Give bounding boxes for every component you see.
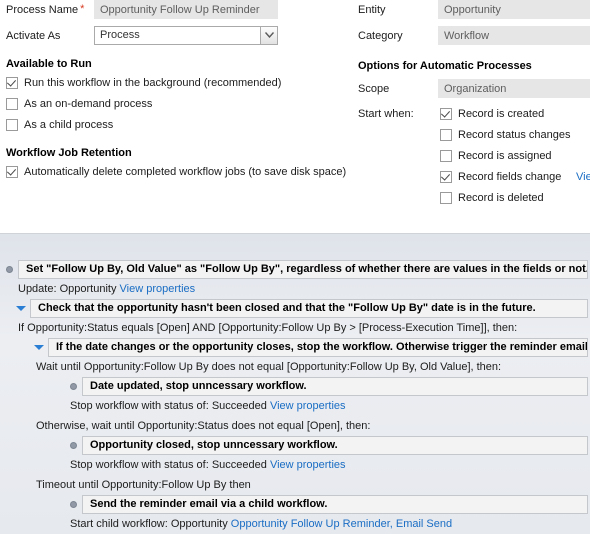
process-name-label: Process Name * — [6, 3, 85, 17]
step-description-text: Wait until Opportunity:Follow Up By does… — [36, 361, 502, 373]
step-properties-link[interactable]: Opportunity Follow Up Reminder, Email Se… — [231, 518, 452, 530]
checkbox-record-created-label: Record is created — [458, 108, 545, 120]
form-right-column: Entity Opportunity Category Workflow Opt… — [352, 0, 590, 210]
checkbox-auto-delete-icon[interactable] — [6, 166, 18, 178]
workflow-step: Set "Follow Up By, Old Value" as "Follow… — [0, 260, 590, 299]
step-description: If Opportunity:Status equals [Open] AND … — [18, 318, 590, 338]
step-title[interactable]: Set "Follow Up By, Old Value" as "Follow… — [18, 260, 588, 279]
step-description-text: Timeout until Opportunity:Follow Up By t… — [36, 479, 251, 491]
step-description-text: Update: Opportunity — [18, 283, 120, 295]
job-retention-heading: Workflow Job Retention — [6, 147, 132, 159]
checkbox-child-process-icon[interactable] — [6, 119, 18, 131]
step-bullet-icon — [6, 266, 13, 273]
checkbox-record-deleted-label: Record is deleted — [458, 192, 544, 204]
checkbox-auto-delete-label: Automatically delete completed workflow … — [24, 166, 347, 178]
step-description-text: If Opportunity:Status equals [Open] AND … — [18, 322, 518, 334]
entity-row: Entity Opportunity — [352, 0, 590, 22]
entity-label: Entity — [358, 4, 386, 16]
checkbox-row-record-created[interactable]: Record is created — [440, 105, 590, 126]
workflow-step: Otherwise, wait until Opportunity:Status… — [0, 416, 590, 436]
step-description: Wait until Opportunity:Follow Up By does… — [36, 357, 590, 377]
step-title[interactable]: Send the reminder email via a child work… — [82, 495, 588, 514]
step-title[interactable]: Date updated, stop unncessary workflow. — [82, 377, 588, 396]
checkbox-row-background[interactable]: Run this workflow in the background (rec… — [6, 74, 345, 95]
process-name-input[interactable]: Opportunity Follow Up Reminder — [94, 0, 278, 19]
step-bullet-icon — [70, 501, 77, 508]
activate-as-select[interactable]: Process — [94, 26, 278, 45]
checkbox-child-process-label: As a child process — [24, 119, 114, 131]
workflow-step: Timeout until Opportunity:Follow Up By t… — [0, 475, 590, 495]
scope-field[interactable]: Organization — [438, 79, 590, 98]
collapse-triangle-icon[interactable] — [16, 306, 26, 311]
process-form: Process Name * Opportunity Follow Up Remi… — [0, 0, 590, 233]
form-left-column: Process Name * Opportunity Follow Up Remi… — [0, 0, 347, 184]
step-description: Otherwise, wait until Opportunity:Status… — [36, 416, 590, 436]
checkbox-record-created-icon[interactable] — [440, 108, 452, 120]
step-title[interactable]: Opportunity closed, stop unncessary work… — [82, 436, 588, 455]
checkbox-fields-change-icon[interactable] — [440, 171, 452, 183]
step-properties-link[interactable]: View properties — [270, 459, 346, 471]
checkbox-on-demand-icon[interactable] — [6, 98, 18, 110]
collapse-triangle-icon[interactable] — [34, 345, 44, 350]
category-label: Category — [358, 30, 403, 42]
workflow-steps-panel: Set "Follow Up By, Old Value" as "Follow… — [0, 234, 590, 534]
step-description: Update: Opportunity View properties — [18, 279, 590, 299]
checkbox-record-deleted-icon[interactable] — [440, 192, 452, 204]
scope-label: Scope — [358, 83, 390, 95]
workflow-step: Date updated, stop unncessary workflow. S… — [0, 377, 590, 416]
step-description-text: Stop workflow with status of: Succeeded — [70, 459, 270, 471]
process-name-row: Process Name * Opportunity Follow Up Remi… — [0, 0, 345, 22]
checkbox-status-changes-icon[interactable] — [440, 129, 452, 141]
checkbox-row-status-changes[interactable]: Record status changes — [440, 126, 590, 147]
entity-field[interactable]: Opportunity — [438, 0, 590, 19]
available-to-run-heading: Available to Run — [6, 58, 92, 70]
checkbox-row-child-process[interactable]: As a child process — [6, 116, 345, 137]
start-when-label: Start when: — [358, 108, 414, 120]
step-description-text: Otherwise, wait until Opportunity:Status… — [36, 420, 371, 432]
workflow-step: Check that the opportunity hasn't been c… — [0, 299, 590, 338]
workflow-step: Opportunity closed, stop unncessary work… — [0, 436, 590, 475]
chevron-down-icon[interactable] — [260, 27, 277, 44]
step-properties-link[interactable]: View properties — [120, 283, 196, 295]
checkbox-background-label: Run this workflow in the background (rec… — [24, 77, 282, 89]
checkbox-row-record-assigned[interactable]: Record is assigned — [440, 147, 590, 168]
step-bullet-icon — [70, 383, 77, 390]
activate-as-row: Activate As Process — [0, 26, 345, 48]
category-field[interactable]: Workflow — [438, 26, 590, 45]
activate-as-value: Process — [100, 29, 140, 41]
workflow-step: If the date changes or the opportunity c… — [0, 338, 590, 377]
checkbox-row-fields-change[interactable]: Record fields change View — [440, 168, 590, 189]
step-description-text: Start child workflow: Opportunity — [70, 518, 231, 530]
step-properties-link[interactable]: View properties — [270, 400, 346, 412]
step-title[interactable]: If the date changes or the opportunity c… — [48, 338, 588, 357]
step-description: Stop workflow with status of: Succeeded … — [70, 396, 590, 416]
checkbox-background-icon[interactable] — [6, 77, 18, 89]
automatic-processes-heading: Options for Automatic Processes — [358, 60, 532, 72]
view-fields-link[interactable]: View — [576, 171, 590, 183]
checkbox-record-assigned-label: Record is assigned — [458, 150, 552, 162]
step-description-text: Stop workflow with status of: Succeeded — [70, 400, 270, 412]
step-title[interactable]: Check that the opportunity hasn't been c… — [30, 299, 588, 318]
checkbox-fields-change-label: Record fields change — [458, 171, 562, 183]
checkbox-row-auto-delete[interactable]: Automatically delete completed workflow … — [6, 163, 347, 184]
workflow-step: Send the reminder email via a child work… — [0, 495, 590, 534]
activate-as-label: Activate As — [6, 30, 61, 42]
category-row: Category Workflow — [352, 26, 590, 48]
step-description: Start child workflow: Opportunity Opport… — [70, 514, 590, 534]
required-asterisk-icon: * — [80, 3, 85, 15]
step-description: Stop workflow with status of: Succeeded … — [70, 455, 590, 475]
checkbox-row-on-demand[interactable]: As an on-demand process — [6, 95, 345, 116]
checkbox-on-demand-label: As an on-demand process — [24, 98, 153, 110]
checkbox-row-record-deleted[interactable]: Record is deleted — [440, 189, 590, 210]
checkbox-record-assigned-icon[interactable] — [440, 150, 452, 162]
step-bullet-icon — [70, 442, 77, 449]
checkbox-status-changes-label: Record status changes — [458, 129, 571, 141]
scope-row: Scope Organization — [352, 79, 590, 101]
step-description: Timeout until Opportunity:Follow Up By t… — [36, 475, 590, 495]
